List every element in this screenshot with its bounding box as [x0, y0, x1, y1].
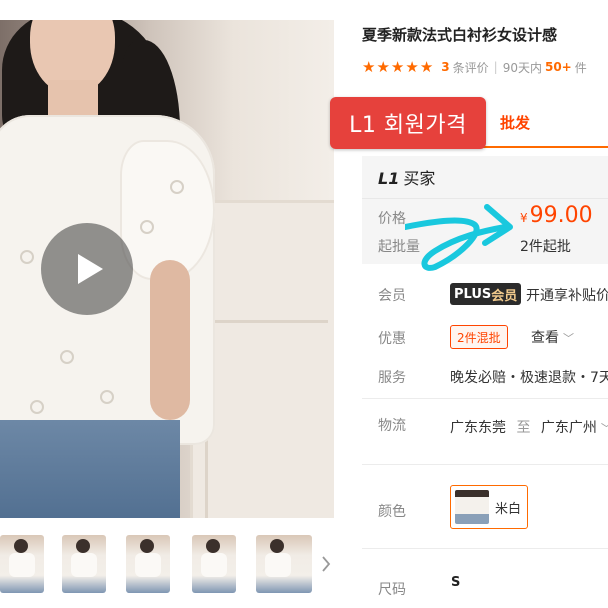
tab-member-price[interactable]: L1 회원가격	[330, 97, 486, 149]
star-icon: ★	[362, 57, 376, 76]
model-arm	[150, 260, 190, 420]
eyelet-pattern	[20, 250, 34, 264]
buyer-level: L1 买家	[378, 165, 435, 189]
logistics-from: 广东东莞	[450, 420, 506, 436]
buyer-level-code: L1	[378, 169, 400, 188]
color-label: 颜色	[378, 504, 406, 520]
eyelet-pattern	[140, 220, 154, 234]
promo-view-dropdown[interactable]: 查看 ﹀	[531, 327, 574, 347]
review-suffix[interactable]: 条评价	[453, 59, 489, 76]
star-icon: ★	[419, 57, 434, 76]
plus-member-description[interactable]: 开通享补贴价	[526, 285, 608, 305]
plus-badge-left: PLUS	[454, 286, 492, 302]
blouse-ruffle-sleeve	[120, 140, 215, 280]
video-play-button[interactable]	[41, 223, 133, 315]
member-label: 会员	[378, 288, 406, 304]
eyelet-pattern	[60, 350, 74, 364]
size-option[interactable]: S	[451, 575, 460, 590]
plus-member-badge[interactable]: PLUS 会员	[450, 283, 522, 305]
logistics-label: 物流	[378, 418, 406, 434]
review-count[interactable]: 3	[441, 60, 449, 74]
logistics-route: 广东东莞 至 广东广州 ﹀	[450, 417, 608, 437]
thumbnail-next-button[interactable]	[318, 535, 334, 593]
eyelet-pattern	[30, 400, 44, 414]
price-value: ¥99.00	[520, 203, 593, 228]
thumbnail-3[interactable]	[126, 535, 170, 593]
star-icon: ★	[376, 57, 390, 76]
sales-suffix: 件	[574, 60, 587, 75]
hand-drawn-arrow-annotation	[405, 204, 513, 271]
section-divider	[362, 464, 608, 465]
color-option-selected[interactable]: 米白	[450, 485, 528, 529]
eyelet-pattern	[100, 390, 114, 404]
price-label: 价格	[378, 211, 406, 227]
product-title: 夏季新款法式白衬衫女设计感	[362, 26, 558, 44]
thumbnail-strip	[0, 535, 334, 595]
color-option-label: 米白	[495, 501, 522, 517]
sales-count: 50+	[544, 60, 572, 74]
logistics-to-word: 至	[516, 420, 531, 436]
thumbnail-4[interactable]	[192, 535, 236, 593]
promo-tag: 2件混批	[450, 325, 508, 349]
wall-panel-inner	[205, 320, 328, 518]
section-divider	[362, 548, 608, 549]
buyer-level-label: 买家	[403, 169, 436, 188]
service-label: 服务	[378, 370, 406, 386]
star-icon: ★	[390, 57, 405, 76]
star-icon: ★	[405, 57, 419, 76]
logistics-to: 广东广州	[540, 420, 597, 436]
service-text: 晚发必赔・极速退款・7天	[450, 370, 608, 386]
chevron-down-icon: ﹀	[601, 422, 608, 435]
model-jeans	[0, 420, 180, 518]
logistics-to-dropdown[interactable]: 广东广州 ﹀	[541, 420, 608, 436]
chevron-down-icon: ﹀	[563, 332, 574, 345]
moq-value: 2件起批	[520, 239, 571, 255]
price-amount: 99.00	[529, 203, 593, 228]
rating-row: ★ ★ ★ ★ ★ 3 条评价 | 90天内 50+ 件	[362, 56, 608, 78]
eyelet-pattern	[170, 180, 184, 194]
section-divider	[362, 398, 608, 399]
rating-separator: |	[493, 60, 498, 74]
promo-view-label: 查看	[531, 330, 559, 346]
thumbnail-2[interactable]	[62, 535, 106, 593]
thumbnail-5[interactable]	[256, 535, 312, 593]
size-label: 尺码	[378, 582, 406, 598]
chevron-right-icon	[322, 556, 331, 572]
thumbnail-1[interactable]	[0, 535, 44, 593]
tab-wholesale[interactable]: 批发	[500, 112, 580, 142]
plus-badge-right: 会员	[491, 288, 518, 304]
promo-label: 优惠	[378, 331, 406, 347]
color-option-thumbnail	[455, 490, 489, 524]
play-icon	[78, 254, 103, 284]
sales-prefix: 90天内	[502, 60, 542, 75]
star-rating: ★ ★ ★ ★ ★	[362, 57, 434, 76]
